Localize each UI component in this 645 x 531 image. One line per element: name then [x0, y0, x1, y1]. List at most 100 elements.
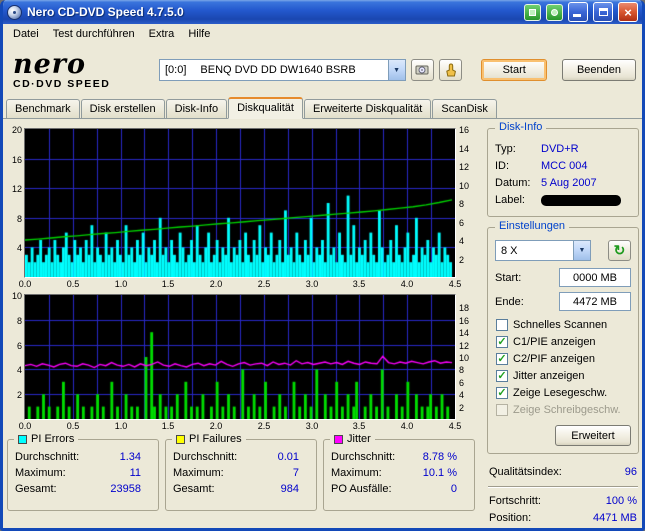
minimize-icon: [573, 14, 581, 17]
checkbox-c1-pie-anzeigen[interactable]: ✓ C1/PIE anzeigen: [496, 333, 631, 350]
axis-tick-label: 4: [459, 236, 465, 246]
checkbox-jitter-anzeigen[interactable]: ✓ Jitter anzeigen: [496, 367, 631, 384]
stats-stat-row: Durchschnitt: 8.78 %: [331, 449, 467, 465]
tab-disk-erstellen[interactable]: Disk erstellen: [80, 99, 165, 118]
chevron-down-icon: ▼: [578, 247, 586, 254]
tab-erweiterte-diskqualit-t[interactable]: Erweiterte Diskqualität: [303, 99, 432, 118]
checkbox-schnelles-scannen[interactable]: Schnelles Scannen: [496, 316, 631, 333]
pif-chart-canvas: [25, 295, 455, 419]
start-field-label: Start:: [495, 271, 522, 284]
pie-chart-left-axis: 20 16 12 8 4: [7, 125, 24, 278]
drive-select[interactable]: [0:0] BENQ DVD DD DW1640 BSRB ▼: [159, 59, 406, 81]
x-tick-label: 1.0: [114, 279, 128, 289]
end-field[interactable]: [559, 292, 631, 311]
refresh-icon: ↻: [613, 242, 626, 258]
tab-scandisk[interactable]: ScanDisk: [432, 99, 497, 118]
refresh-button[interactable]: ↻: [608, 240, 631, 261]
titlebar-utility-icon-2[interactable]: [546, 3, 563, 21]
stat-value: 984: [280, 483, 299, 495]
menu-item-test-durchf-hren[interactable]: Test durchführen: [46, 26, 142, 42]
drive-info-button[interactable]: [410, 59, 435, 81]
axis-tick-label: 14: [459, 144, 470, 154]
tab-diskqualit-t[interactable]: Diskqualität: [228, 97, 303, 119]
progress-value: 4471 MB: [592, 512, 637, 524]
quit-button[interactable]: Beenden: [561, 59, 636, 81]
checkbox-zeige-schreibgeschw[interactable]: Zeige Schreibgeschw.: [496, 401, 631, 418]
axis-tick-label: 10: [11, 291, 22, 301]
speed-select[interactable]: 8 X ▼: [495, 240, 591, 261]
end-field-label: Ende:: [495, 295, 524, 308]
stats-stat-row: Maximum: 11: [15, 465, 151, 481]
axis-tick-label: 2: [459, 255, 465, 265]
x-tick-label: 2.5: [257, 421, 271, 431]
menu-item-hilfe[interactable]: Hilfe: [181, 26, 217, 42]
checkbox-label: C1/PIE anzeigen: [513, 335, 596, 348]
checkbox-zeige-lesegeschw[interactable]: ✓ Zeige Lesegeschw.: [496, 384, 631, 401]
stat-label: Durchschnitt:: [173, 451, 238, 463]
x-tick-label: 4.5: [448, 421, 462, 431]
axis-tick-label: 8: [16, 214, 22, 224]
stats-row: PI Errors Durchschnitt: 1.34 Maximum: 11 Gesa…: [7, 433, 475, 511]
close-button[interactable]: ×: [618, 2, 638, 22]
checkbox-box: ✓: [496, 352, 508, 365]
titlebar-utility-icon-1[interactable]: [524, 3, 541, 21]
pif-chart-plot: [24, 294, 456, 420]
side-panel: Disk-Info Typ: DVD+R ID: MCC 004 Datum: 5 Aug…: [487, 121, 639, 528]
stats-legend: Jitter: [330, 433, 375, 445]
stat-label: PO Ausfälle:: [331, 483, 392, 495]
axis-tick-label: 6: [459, 378, 465, 388]
x-tick-label: 4.5: [448, 279, 462, 289]
drive-id: [0:0]: [165, 64, 187, 76]
speed-value: 8 X: [501, 244, 518, 257]
hand-icon: [445, 62, 456, 76]
axis-tick-label: 12: [459, 341, 470, 351]
app-icon[interactable]: [7, 4, 22, 20]
axis-tick-label: 12: [11, 184, 22, 194]
quality-index-value: 96: [624, 466, 637, 478]
stats-stat-row: Durchschnitt: 1.34: [15, 449, 151, 465]
pif-chart-left-axis: 10 8 6 4 2: [7, 291, 24, 420]
x-tick-label: 0.5: [66, 421, 80, 431]
disk-info-row: Datum: 5 Aug 2007: [495, 175, 631, 192]
nero-logo: nero CD·DVD SPEED: [9, 51, 154, 90]
disk-info-label: Datum:: [495, 177, 531, 189]
disk-info-row: ID: MCC 004: [495, 158, 631, 175]
progress-row-fortschritt: Fortschritt: 100 %: [487, 493, 639, 510]
menu-item-datei[interactable]: Datei: [6, 26, 46, 42]
minimize-button[interactable]: [568, 2, 588, 22]
advanced-button[interactable]: Erweitert: [555, 425, 631, 446]
menubar: Datei Test durchführen Extra Hilfe: [3, 24, 642, 43]
tab-benchmark[interactable]: Benchmark: [6, 99, 80, 118]
x-tick-label: 3.5: [352, 279, 366, 289]
stats-legend: PI Errors: [14, 433, 79, 445]
eject-button[interactable]: [439, 59, 463, 81]
separator: [488, 486, 638, 488]
checkbox-label: Jitter anzeigen: [513, 369, 585, 382]
legend-color-swatch: [176, 434, 185, 444]
speed-select-arrow[interactable]: ▼: [573, 241, 590, 260]
checkbox-label: Schnelles Scannen: [513, 318, 608, 331]
page-diskqualitaet: 20 16 12 8 4 16 14 12 10 8 6 4 2 0.0 0.5 1.0 1.5 2.0 2.5…: [3, 119, 642, 528]
start-button[interactable]: Start: [481, 59, 547, 81]
menu-item-extra[interactable]: Extra: [142, 26, 182, 42]
stats-stat-row: Maximum: 7: [173, 465, 309, 481]
quality-index-row: Qualitätsindex: 96: [487, 464, 639, 481]
checkbox-c2-pif-anzeigen[interactable]: ✓ C2/PIF anzeigen: [496, 350, 631, 367]
stat-label: Durchschnitt:: [15, 451, 80, 463]
disk-info-row: Typ: DVD+R: [495, 141, 631, 158]
disk-info-value: MCC 004: [541, 160, 588, 172]
drive-select-arrow[interactable]: ▼: [387, 60, 405, 80]
stat-label: Gesamt:: [15, 483, 57, 495]
tab-disk-info[interactable]: Disk-Info: [165, 99, 228, 118]
titlebar: Nero CD-DVD Speed 4.7.5.0 ×: [3, 0, 642, 24]
x-tick-label: 2.0: [209, 421, 223, 431]
stats-title: PI Failures: [189, 433, 242, 445]
maximize-button[interactable]: [593, 2, 613, 22]
x-tick-label: 1.5: [161, 279, 175, 289]
start-field[interactable]: [559, 268, 631, 287]
x-tick-label: 1.0: [114, 421, 128, 431]
progress-label: Fortschritt:: [489, 495, 541, 507]
checkbox-box: ✓: [496, 335, 508, 348]
stat-value: 23958: [110, 483, 141, 495]
settings-title: Einstellungen: [495, 220, 570, 232]
